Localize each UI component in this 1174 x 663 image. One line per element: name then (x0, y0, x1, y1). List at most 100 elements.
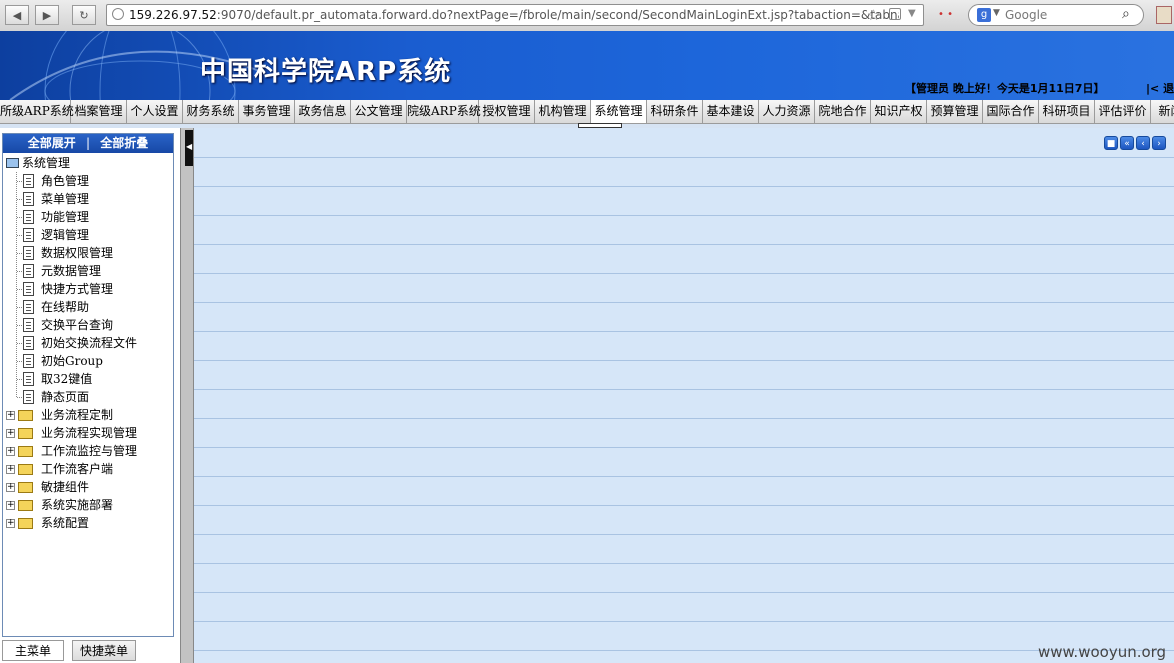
tree-connector (17, 307, 22, 308)
document-icon (23, 372, 34, 386)
tree-leaf-label: 菜单管理 (41, 192, 90, 206)
pocket-icon[interactable] (889, 8, 901, 20)
tree-connector (17, 181, 22, 182)
tree-expand-bar: 全部展开 | 全部折叠 (3, 134, 173, 153)
tree-folder-label: 工作流监控与管理 (41, 444, 138, 458)
tree-connector (17, 361, 22, 362)
document-icon (23, 264, 34, 278)
back-button[interactable]: ◀ (5, 5, 29, 25)
tree-leaf-label: 数据权限管理 (41, 246, 114, 260)
tree-connector (16, 172, 17, 397)
module-tabs: 所级ARP系统 档案管理 个人设置 财务系统 事务管理 政务信息 公文管理 院级ARP系统 授权… (0, 100, 1174, 124)
tree-connector (17, 235, 22, 236)
tree-connector (17, 271, 22, 272)
previous-page-icon[interactable]: ‹ (1136, 136, 1150, 150)
search-icon[interactable]: ⌕ (1122, 6, 1130, 22)
greeting-text: 【管理员 晚上好！今天是1月11日7日】 (905, 82, 1105, 95)
tab-module[interactable]: 人力资源 (759, 100, 815, 123)
dropdown-arrow-icon[interactable]: ▼ (908, 8, 916, 19)
tab-module[interactable]: 个人设置 (127, 100, 183, 123)
tab-module[interactable]: 科研项目 (1039, 100, 1095, 123)
folder-icon (18, 518, 33, 529)
document-icon (23, 174, 34, 188)
expand-plus-icon[interactable]: + (6, 465, 15, 474)
tab-module[interactable]: 知识产权 (871, 100, 927, 123)
tree-leaf-label: 功能管理 (41, 210, 90, 224)
expand-all-button[interactable]: 全部展开 (28, 136, 76, 150)
tab-module[interactable]: 公文管理 (351, 100, 407, 123)
sidebar: 全部展开 | 全部折叠 系统管理 角色管理 菜单管理 功能管理 逻辑管理 数据权限管理 元数… (0, 128, 180, 663)
content-row-line (194, 331, 1174, 332)
tree-leaf-label: 取32键值 (41, 372, 93, 386)
sidebar-tree-panel: 全部展开 | 全部折叠 系统管理 角色管理 菜单管理 功能管理 逻辑管理 数据权限管理 元数… (2, 133, 174, 637)
tab-module[interactable]: 院地合作 (815, 100, 871, 123)
document-icon (23, 228, 34, 242)
tab-main-menu[interactable]: 主菜单 (2, 640, 64, 661)
header-banner: 中国科学院ARP系统 【管理员 晚上好！今天是1月11日7日】 |< 退 (0, 31, 1174, 100)
pane-splitter[interactable] (180, 128, 194, 663)
tab-module[interactable]: 基本建设 (703, 100, 759, 123)
tab-module[interactable]: 授权管理 (479, 100, 535, 123)
tab-module[interactable]: 财务系统 (183, 100, 239, 123)
expand-plus-icon[interactable]: + (6, 483, 15, 492)
search-engine-dropdown-icon[interactable]: ▼ (993, 8, 1000, 18)
stop-icon[interactable]: ■ (1104, 136, 1118, 150)
tree-connector (17, 253, 22, 254)
tab-module[interactable]: 事务管理 (239, 100, 295, 123)
search-placeholder: Google (1005, 8, 1048, 22)
tree-connector (17, 289, 22, 290)
content-row-line (194, 244, 1174, 245)
tab-module[interactable]: 预算管理 (927, 100, 983, 123)
address-bar[interactable]: 159.226.97.52:9070/default.pr_automata.f… (106, 4, 924, 26)
globe-icon (112, 8, 124, 20)
reload-button[interactable]: ↻ (72, 5, 96, 25)
tab-module[interactable]: 系统管理 (591, 100, 647, 123)
tab-module[interactable]: 档案管理 (71, 100, 127, 123)
tree-folder-label: 敏捷组件 (41, 480, 90, 494)
tab-module[interactable]: 所级ARP系统 (0, 100, 74, 123)
expand-plus-icon[interactable]: + (6, 501, 15, 510)
tree-leaf-label: 初始Group (41, 354, 103, 368)
logout-button[interactable]: |< 退 (1146, 80, 1174, 96)
page-title: 中国科学院ARP系统 (200, 57, 452, 87)
forward-icon: ▶ (42, 8, 52, 22)
tab-module[interactable]: 国际合作 (983, 100, 1039, 123)
tab-module[interactable]: 评估评价 (1095, 100, 1151, 123)
tree-leaf-label: 在线帮助 (41, 300, 90, 314)
tree-connector (17, 397, 22, 398)
bookmark-star-icon[interactable]: ☆ (867, 6, 880, 24)
content-row-line (194, 418, 1174, 419)
content-row-line (194, 302, 1174, 303)
tab-module[interactable]: 政务信息 (295, 100, 351, 123)
tab-module[interactable]: 院级ARP系统 (407, 100, 481, 123)
extension-icon[interactable] (1156, 6, 1172, 24)
folder-icon (18, 446, 33, 457)
folder-icon (18, 428, 33, 439)
search-input[interactable]: g ▼ Google ⌕ (968, 4, 1144, 26)
tree-folder-label: 系统实施部署 (41, 498, 114, 512)
tab-shortcut-menu[interactable]: 快捷菜单 (72, 640, 136, 661)
expand-plus-icon[interactable]: + (6, 429, 15, 438)
document-icon (23, 282, 34, 296)
tree-leaf-label: 快捷方式管理 (41, 282, 114, 296)
tree-connector (17, 199, 22, 200)
tab-module[interactable]: 新闻 (1151, 100, 1174, 123)
tab-module[interactable]: 机构管理 (535, 100, 591, 123)
tree-root-system-management[interactable]: 系统管理 (6, 154, 70, 172)
content-row-line (194, 534, 1174, 535)
tab-module[interactable]: 科研条件 (647, 100, 703, 123)
content-row-line (194, 186, 1174, 187)
addon-icon[interactable]: • • (938, 9, 953, 20)
tree-folder-label: 业务流程定制 (41, 408, 114, 422)
content-row-line (194, 273, 1174, 274)
document-icon (23, 336, 34, 350)
first-page-icon[interactable]: « (1120, 136, 1134, 150)
forward-button[interactable]: ▶ (35, 5, 59, 25)
expand-plus-icon[interactable]: + (6, 447, 15, 456)
collapse-sidebar-handle[interactable]: ◀ (185, 130, 193, 166)
content-row-line (194, 650, 1174, 651)
expand-plus-icon[interactable]: + (6, 411, 15, 420)
next-page-icon[interactable]: › (1152, 136, 1166, 150)
collapse-all-button[interactable]: 全部折叠 (100, 136, 148, 150)
expand-plus-icon[interactable]: + (6, 519, 15, 528)
